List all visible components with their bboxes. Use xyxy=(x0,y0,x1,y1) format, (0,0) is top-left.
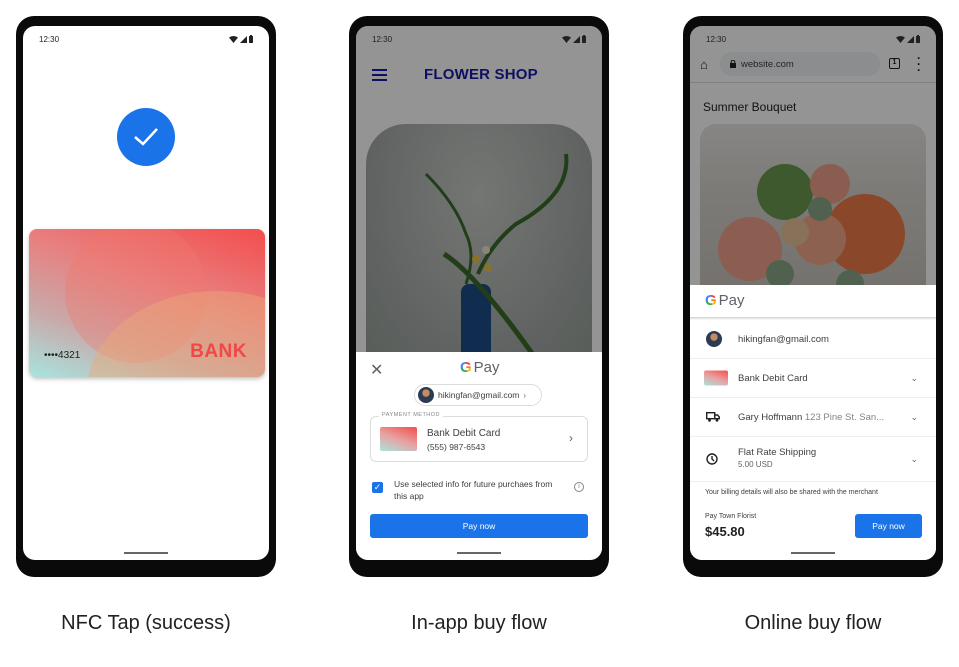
save-info-checkbox[interactable]: ✓ xyxy=(372,482,383,493)
billing-note: Your billing details will also be shared… xyxy=(705,489,878,496)
status-icons xyxy=(896,35,920,43)
phone-in-app: 12:30 FLOWER SHOP ✕ G Pay hikingfan@gmai… xyxy=(349,16,609,577)
phone-screen: 12:30 FLOWER SHOP ✕ G Pay hikingfan@gmai… xyxy=(356,26,602,560)
wifi-icon xyxy=(896,35,905,43)
chevron-right-icon: › xyxy=(569,431,573,445)
pay-now-button[interactable]: Pay now xyxy=(370,514,588,538)
signal-icon xyxy=(907,35,914,43)
battery-icon xyxy=(916,35,920,43)
card-thumbnail xyxy=(704,370,728,386)
signal-icon xyxy=(573,35,580,43)
payment-method-title: Bank Debit Card xyxy=(738,372,808,384)
status-bar: 12:30 xyxy=(706,33,920,45)
home-indicator[interactable] xyxy=(457,552,501,554)
signal-icon xyxy=(240,35,247,43)
status-bar: 12:30 xyxy=(372,33,586,45)
gpay-sheet: ✕ G Pay hikingfan@gmail.com › PAYMENT ME… xyxy=(356,352,602,560)
chevron-down-icon: ⌄ xyxy=(910,411,918,422)
avatar xyxy=(706,331,722,347)
shipping-option-row[interactable]: Flat Rate Shipping 5.00 USD ⌄ xyxy=(690,437,936,482)
truck-icon xyxy=(706,412,720,422)
home-indicator[interactable] xyxy=(124,552,168,554)
google-g-icon: G xyxy=(705,292,717,309)
battery-icon xyxy=(249,35,253,43)
wifi-icon xyxy=(562,35,571,43)
total-amount: $45.80 xyxy=(705,524,745,539)
status-time: 12:30 xyxy=(372,34,393,44)
avatar xyxy=(418,387,434,403)
account-email: hikingfan@gmail.com xyxy=(738,333,829,345)
phone-nfc: 12:30 ••••4321 BANK xyxy=(16,16,276,577)
account-email: hikingfan@gmail.com xyxy=(438,390,520,400)
phone-online: 12:30 ⌂ website.com 1 · · · Summer Bouquet xyxy=(683,16,943,577)
info-icon[interactable]: i xyxy=(574,482,584,492)
card-thumbnail xyxy=(380,427,417,451)
home-indicator[interactable] xyxy=(791,552,835,554)
payment-method-phone: (555) 987-6543 xyxy=(427,442,486,452)
clock-icon xyxy=(706,453,718,465)
account-row[interactable]: hikingfan@gmail.com xyxy=(690,320,936,359)
pay-to-merchant: Pay Town Florist xyxy=(705,513,757,520)
payment-method-label: PAYMENT METHOD xyxy=(379,412,444,418)
phone-screen: 12:30 ⌂ website.com 1 · · · Summer Bouquet xyxy=(690,26,936,560)
caption-online: Online buy flow xyxy=(744,612,882,634)
payment-method-row[interactable]: Bank Debit Card ⌄ xyxy=(690,359,936,398)
shipping-address: Gary Hoffmann 123 Pine St. San... xyxy=(738,411,885,423)
chevron-right-icon: › xyxy=(523,390,527,400)
pay-now-button[interactable]: Pay now xyxy=(855,514,922,538)
card-brand: BANK xyxy=(190,341,247,362)
status-bar: 12:30 xyxy=(39,33,253,45)
caption-in-app: In-app buy flow xyxy=(411,612,547,634)
bank-card: ••••4321 BANK xyxy=(29,229,265,377)
status-time: 12:30 xyxy=(706,34,727,44)
gpay-sheet: G Pay hikingfan@gmail.com Bank Debit Car… xyxy=(690,285,936,560)
caption-nfc: NFC Tap (success) xyxy=(61,612,231,634)
close-icon[interactable]: ✕ xyxy=(370,360,383,380)
chevron-down-icon: ⌄ xyxy=(910,372,918,383)
google-g-icon: G xyxy=(460,359,472,376)
shipping-address-row[interactable]: Gary Hoffmann 123 Pine St. San... ⌄ xyxy=(690,398,936,437)
gpay-logo: G Pay xyxy=(705,292,745,309)
wifi-icon xyxy=(229,35,238,43)
success-check-icon xyxy=(117,108,175,166)
chevron-down-icon: ⌄ xyxy=(910,453,918,464)
shipping-option: Flat Rate Shipping 5.00 USD xyxy=(738,447,817,469)
status-icons xyxy=(562,35,586,43)
account-chip[interactable]: hikingfan@gmail.com › xyxy=(414,384,542,406)
status-icons xyxy=(229,35,253,43)
save-info-label: Use selected info for future purchaes fr… xyxy=(394,479,553,501)
gpay-logo: G Pay xyxy=(460,359,500,376)
phone-screen: 12:30 ••••4321 BANK xyxy=(23,26,269,560)
card-number: ••••4321 xyxy=(44,350,81,361)
battery-icon xyxy=(582,35,586,43)
payment-method-title: Bank Debit Card xyxy=(427,428,501,439)
status-time: 12:30 xyxy=(39,34,60,44)
payment-method-selector[interactable]: PAYMENT METHOD Bank Debit Card (555) 987… xyxy=(370,412,588,462)
scrim-overlay[interactable] xyxy=(690,26,936,286)
